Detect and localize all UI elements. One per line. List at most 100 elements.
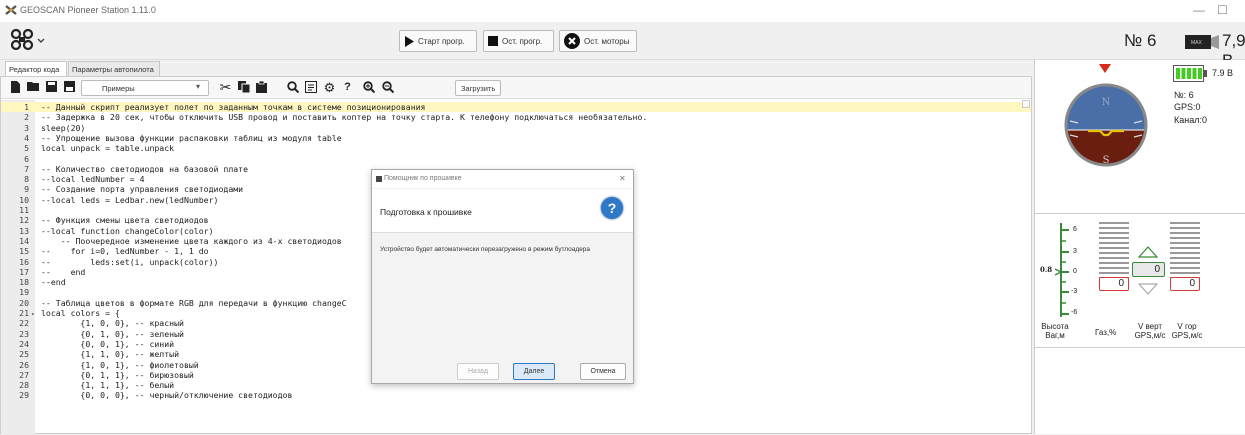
code-text: {0, 0, 1}, -- синий: [41, 338, 175, 349]
code-line[interactable]: 6: [1, 154, 1031, 164]
vvert-up-icon: [1137, 246, 1159, 261]
load-button-label: Загрузить: [461, 84, 496, 93]
help-icon: ?: [601, 197, 623, 219]
line-number: 27: [19, 369, 29, 380]
dialog-message: Устройство будет автоматически перезагру…: [380, 246, 591, 253]
line-number: 22: [19, 318, 29, 329]
line-number: 9: [24, 184, 29, 195]
line-number: 28: [19, 380, 29, 391]
firmware-dialog: Помощник по прошивке ✕ Подготовка к прош…: [371, 169, 634, 384]
settings-icon[interactable]: ⚙: [323, 81, 336, 94]
zoom-in-icon[interactable]: [362, 81, 375, 94]
start-program-button[interactable]: Старт прогр.: [399, 30, 477, 52]
battery-status: 7.9 В: [1212, 68, 1234, 78]
code-line[interactable]: 1 -- Данный скрипт реализует полет по зад…: [1, 102, 1031, 113]
play-icon: [405, 35, 414, 47]
dialog-close-button[interactable]: ✕: [619, 174, 626, 183]
dialog-heading: Подготовка к прошивке: [380, 207, 472, 217]
save-icon[interactable]: [45, 81, 58, 94]
minimize-button[interactable]: —: [1193, 3, 1205, 17]
copy-icon[interactable]: [237, 81, 250, 94]
editor-toolbar: Примеры ▾ ✂ ⚙ ? Загрузить: [1, 77, 1031, 99]
line-number: 17: [19, 266, 29, 277]
stop-program-button[interactable]: Ост. прогр.: [483, 30, 554, 52]
next-button-label: Далее: [523, 368, 545, 375]
code-line[interactable]: 4 -- Упрощение вызова функции распаковки …: [1, 133, 1031, 143]
code-line[interactable]: 5 local unpack = table.unpack: [1, 143, 1031, 153]
vvert-down-icon: [1137, 283, 1159, 298]
code-line[interactable]: 3 sleep(20): [1, 123, 1031, 133]
load-button[interactable]: Загрузить: [455, 80, 501, 96]
chevron-down-icon: ▾: [196, 82, 201, 91]
scrollbar-up[interactable]: [1022, 100, 1030, 108]
line-number: 5: [24, 143, 29, 154]
line-number: 15: [19, 246, 29, 257]
zoom-out-icon[interactable]: [381, 81, 394, 94]
close-circle-icon: [564, 33, 580, 49]
code-text: -- Таблица цветов в формате RGB для пере…: [41, 297, 347, 308]
code-text: local unpack = table.unpack: [41, 143, 175, 154]
help-icon[interactable]: ?: [341, 81, 354, 94]
svg-text:S: S: [1103, 155, 1110, 166]
altitude-bar-ladder: [1099, 222, 1129, 280]
line-number: 2: [24, 112, 29, 123]
quadcopter-icon[interactable]: [10, 28, 46, 52]
line-number: 16: [19, 256, 29, 267]
line-number: 24: [19, 338, 29, 349]
altitude-tick-minus6: -6: [1071, 309, 1078, 316]
stop-motors-button[interactable]: Ост. моторы: [559, 30, 637, 52]
altitude-value: 0.8: [1040, 265, 1053, 274]
examples-select[interactable]: Примеры ▾: [81, 80, 209, 96]
altitude-box-value: 0: [1118, 278, 1124, 289]
line-number: 3: [24, 122, 29, 133]
line-number: 29: [19, 390, 29, 401]
new-file-icon[interactable]: [9, 81, 22, 94]
line-number: 19: [19, 287, 29, 298]
window-title: GEOSCAN Pioneer Station 1.11.0: [20, 5, 156, 15]
altitude-tick-6: 6: [1073, 226, 1077, 233]
altitude-box: 0: [1099, 277, 1129, 291]
back-button[interactable]: Назад: [457, 363, 499, 380]
tab-autopilot-params[interactable]: Параметры автопилота: [68, 61, 160, 76]
vvert-label: V верт GPS,м/с: [1134, 322, 1166, 340]
panel-divider: [1035, 213, 1245, 214]
vhor-box: 0: [1170, 277, 1200, 291]
search-icon[interactable]: [286, 81, 299, 94]
dialog-title: Помощник по прошивке: [384, 175, 462, 182]
altitude-tick-3: 3: [1073, 248, 1077, 255]
code-line[interactable]: 2 -- Задержка в 20 сек, чтобы отключить U…: [1, 112, 1031, 122]
code-text: local colors = {: [41, 308, 120, 318]
paste-icon[interactable]: [255, 80, 268, 94]
code-text: -- Задержка в 20 сек, чтобы отключить US…: [41, 112, 648, 123]
cancel-button[interactable]: Отмена: [580, 363, 626, 380]
vhor-box-value: 0: [1189, 278, 1195, 289]
svg-text:N: N: [1102, 97, 1111, 108]
altitude-tick-0: 0: [1073, 268, 1077, 275]
line-number: 11: [19, 205, 29, 215]
next-button[interactable]: Далее: [513, 363, 555, 380]
help-icon-glyph: ?: [607, 200, 617, 216]
code-text: -- Создание порта управления светодиодам…: [41, 184, 244, 195]
line-number: 23: [19, 328, 29, 339]
code-text: -- for i=0, ledNumber - 1, 1 do: [41, 246, 209, 257]
open-icon[interactable]: [27, 81, 40, 94]
code-line[interactable]: 29 {0, 0, 0}, -- черный/отключение свето…: [1, 390, 1031, 400]
tab-code-editor[interactable]: Редактор кода: [5, 61, 67, 76]
line-number: 13: [19, 225, 29, 236]
replace-icon[interactable]: [304, 81, 317, 94]
drone-number: № 6: [1124, 31, 1157, 50]
battery-level-icon: [1173, 65, 1207, 85]
gas-label: Газ,%: [1095, 328, 1117, 337]
vvert-box-value: 0: [1154, 264, 1160, 275]
fold-toggle[interactable]: ▾: [31, 311, 35, 318]
line-number: 10: [19, 194, 29, 205]
line-number: 14: [19, 235, 29, 246]
panel-divider-bottom: [1035, 347, 1245, 348]
code-text: {0, 1, 1}, -- бирюзовый: [41, 369, 194, 380]
altitude-label: Высота Ваг,м: [1041, 322, 1069, 340]
channel-status: Канал:0: [1174, 115, 1207, 125]
dialog-header-panel: Подготовка к прошивке ?: [372, 189, 633, 233]
maximize-button[interactable]: ☐: [1217, 3, 1228, 17]
cut-icon[interactable]: ✂: [219, 80, 232, 94]
save-as-icon[interactable]: [63, 81, 76, 94]
